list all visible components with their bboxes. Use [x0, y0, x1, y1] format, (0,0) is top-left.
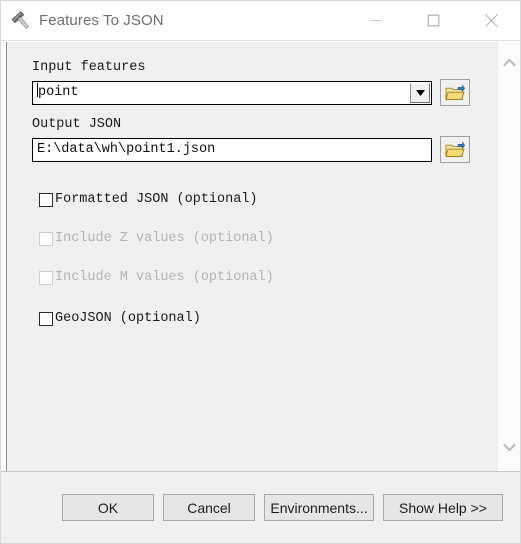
window-title: Features To JSON	[39, 12, 164, 29]
dialog-content: Input features point Output JSON E:\data…	[1, 41, 520, 471]
input-features-value-wrap[interactable]: point	[33, 82, 410, 104]
checkbox-row-geojson[interactable]: GeoJSON (optional)	[7, 309, 497, 329]
vertical-scrollbar[interactable]	[497, 42, 520, 471]
hammer-tool-icon	[11, 10, 29, 29]
include-z-values-label: Include Z values (optional)	[55, 231, 274, 246]
input-features-group: Input features point	[7, 60, 497, 106]
include-m-values-label: Include M values (optional)	[55, 270, 274, 285]
checkbox-row-include-z: Include Z values (optional)	[7, 229, 497, 249]
input-features-combobox[interactable]: point	[32, 80, 432, 105]
output-json-label: Output JSON	[32, 117, 122, 132]
chevron-up-icon	[502, 58, 516, 66]
close-button[interactable]	[462, 1, 520, 40]
cancel-button[interactable]: Cancel	[163, 494, 255, 521]
show-help-button[interactable]: Show Help >>	[383, 494, 503, 521]
chevron-down-icon	[502, 443, 516, 451]
input-features-row: point	[32, 79, 487, 106]
window-controls	[346, 1, 520, 40]
input-features-browse-button[interactable]	[440, 79, 470, 106]
geojson-label: GeoJSON (optional)	[55, 311, 201, 326]
minimize-icon	[369, 19, 381, 22]
output-json-group: Output JSON E:\data\wh\point1.json	[7, 117, 497, 163]
checkbox-row-formatted-json[interactable]: Formatted JSON (optional)	[7, 190, 497, 210]
checkbox-row-include-m: Include M values (optional)	[7, 268, 497, 288]
titlebar: Features To JSON	[1, 1, 520, 41]
input-features-label: Input features	[32, 60, 146, 75]
formatted-json-label: Formatted JSON (optional)	[55, 192, 258, 207]
environments-button[interactable]: Environments...	[264, 494, 374, 521]
output-json-browse-button[interactable]	[440, 136, 470, 163]
ok-button[interactable]: OK	[62, 494, 154, 521]
include-m-values-checkbox	[39, 271, 53, 285]
dialog-button-bar: OK Cancel Environments... Show Help >>	[1, 471, 520, 543]
include-z-values-checkbox	[39, 232, 53, 246]
folder-browse-icon	[445, 141, 465, 157]
formatted-json-checkbox[interactable]	[39, 193, 53, 207]
output-json-input[interactable]: E:\data\wh\point1.json	[32, 137, 432, 162]
input-features-dropdown-button[interactable]	[410, 82, 430, 103]
parameters-panel: Input features point Output JSON E:\data…	[7, 42, 497, 471]
geojson-checkbox[interactable]	[39, 312, 53, 326]
features-to-json-dialog: Features To JSON Input features point Ou…	[0, 0, 521, 544]
scrollbar-up-button[interactable]	[498, 52, 521, 72]
folder-browse-icon	[445, 84, 465, 100]
maximize-icon	[427, 14, 439, 27]
chevron-down-icon	[415, 89, 425, 96]
minimize-button[interactable]	[346, 1, 404, 40]
close-icon	[484, 14, 498, 27]
maximize-button[interactable]	[404, 1, 462, 40]
output-json-row: E:\data\wh\point1.json	[32, 136, 487, 163]
scrollbar-down-button[interactable]	[498, 437, 521, 457]
input-features-value: point	[38, 84, 79, 100]
